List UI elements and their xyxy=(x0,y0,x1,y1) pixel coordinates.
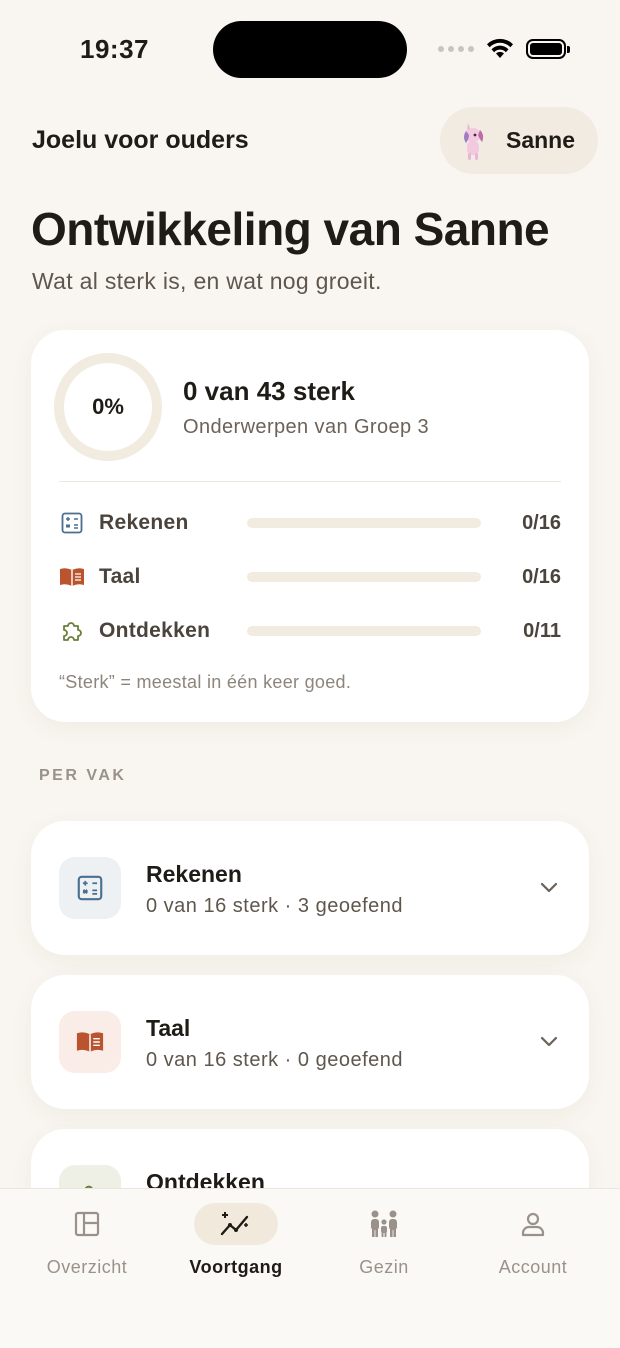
section-label: PER VAK xyxy=(39,767,127,784)
summary-title: 0 van 43 sterk xyxy=(183,376,356,406)
subject-row-rekenen: Rekenen 0/16 xyxy=(59,508,561,538)
tab-bar: Overzicht Voortgang Gezin Account xyxy=(0,1188,620,1348)
status-time: 19:37 xyxy=(80,34,149,64)
subject-count: 0/11 xyxy=(523,619,561,642)
subject-row-taal: Taal 0/16 xyxy=(59,562,561,592)
subject-label: Taal xyxy=(99,565,141,588)
progress-percent: 0% xyxy=(92,394,124,419)
unicorn-avatar-icon xyxy=(464,122,484,160)
subject-name: Taal xyxy=(146,1015,191,1041)
profile-name: Sanne xyxy=(506,127,576,153)
book-icon xyxy=(76,1032,104,1052)
calculator-icon xyxy=(59,510,85,536)
subject-tile xyxy=(59,857,121,919)
person-icon xyxy=(521,1212,545,1237)
progress-summary-card: 0% 0 van 43 sterk Onderwerpen van Groep … xyxy=(31,330,589,722)
tab-label: Gezin xyxy=(359,1257,409,1277)
app-name: Joelu voor ouders xyxy=(32,126,249,154)
status-indicators xyxy=(438,38,570,60)
calculator-icon xyxy=(77,875,103,901)
status-bar: 19:37 xyxy=(0,0,620,100)
subject-label: Rekenen xyxy=(99,511,189,534)
summary-subtitle: Onderwerpen van Groep 3 xyxy=(183,416,430,438)
subject-meta: 0 van 16 sterk · 3 geoefend xyxy=(146,895,403,917)
page-subtitle: Wat al sterk is, en wat nog groeit. xyxy=(32,268,382,294)
subject-progress-bar xyxy=(247,572,481,582)
wifi-icon xyxy=(487,38,513,58)
subject-progress-bar xyxy=(247,518,481,528)
subject-row-ontdekken: Ontdekken 0/11 xyxy=(59,616,561,646)
subject-name: Rekenen xyxy=(146,861,242,887)
subject-card-taal[interactable]: Taal 0 van 16 sterk · 0 geoefend xyxy=(31,975,589,1109)
trend-sparkle-icon xyxy=(220,1212,249,1236)
tab-label: Overzicht xyxy=(46,1257,128,1277)
tab-voortgang[interactable]: Voortgang xyxy=(166,1203,306,1293)
tab-overzicht[interactable]: Overzicht xyxy=(17,1203,157,1293)
subject-card-rekenen[interactable]: Rekenen 0 van 16 sterk · 3 geoefend xyxy=(31,821,589,955)
dynamic-island xyxy=(213,21,407,78)
divider xyxy=(59,481,561,482)
tab-label: Voortgang xyxy=(189,1257,283,1277)
chevron-down-icon[interactable] xyxy=(539,877,559,897)
subject-label: Ontdekken xyxy=(99,619,211,642)
subject-tile xyxy=(59,1011,121,1073)
battery-icon xyxy=(526,39,570,59)
footnote: “Sterk” = meestal in één keer goed. xyxy=(59,672,352,692)
page-title: Ontwikkeling van Sanne xyxy=(31,203,550,255)
tab-gezin[interactable]: Gezin xyxy=(314,1203,454,1293)
chevron-down-icon[interactable] xyxy=(539,1031,559,1051)
subject-progress-bar xyxy=(247,626,481,636)
subject-count: 0/16 xyxy=(522,511,561,534)
profile-switcher-button[interactable]: Sanne xyxy=(440,107,598,174)
puzzle-icon xyxy=(59,618,85,644)
book-icon xyxy=(59,564,85,590)
tab-label: Account xyxy=(498,1257,568,1277)
tab-account[interactable]: Account xyxy=(463,1203,603,1293)
subject-meta: 0 van 16 sterk · 0 geoefend xyxy=(146,1049,403,1071)
signal-dots-icon xyxy=(438,46,474,52)
family-icon xyxy=(371,1210,397,1237)
subject-count: 0/16 xyxy=(522,565,561,588)
layout-icon xyxy=(74,1211,100,1237)
